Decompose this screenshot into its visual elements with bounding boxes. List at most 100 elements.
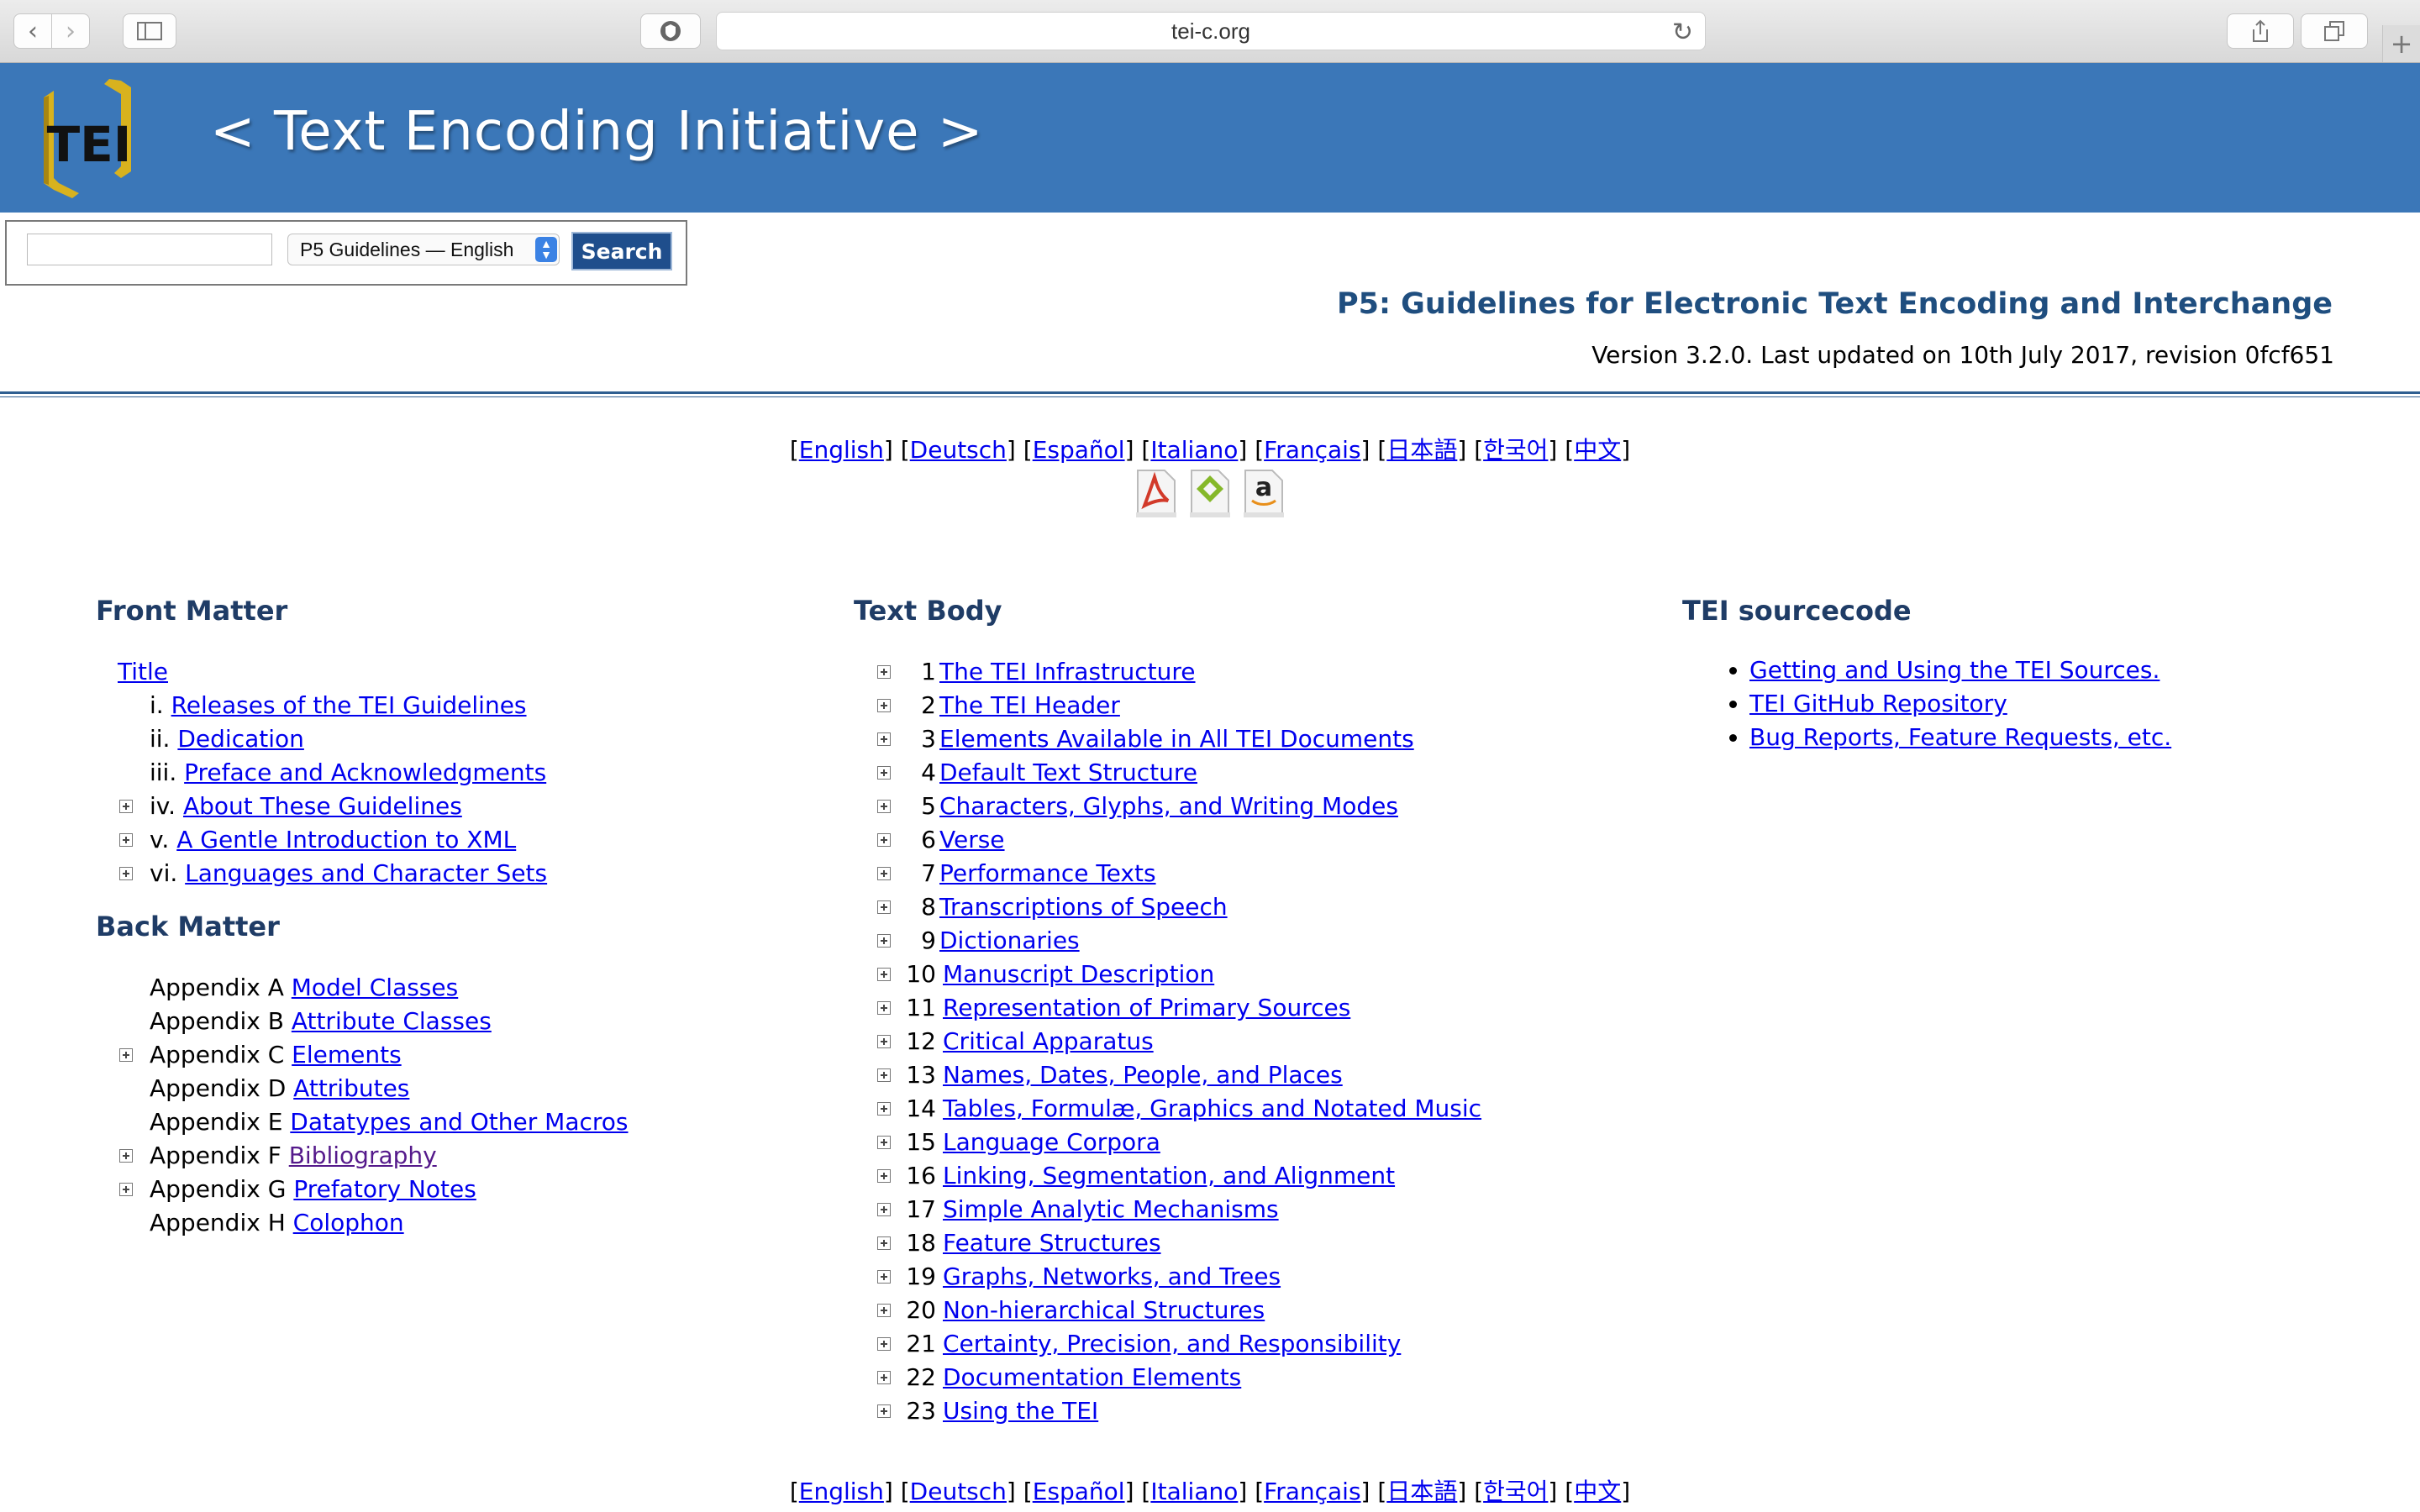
- chapter-link[interactable]: The TEI Header: [939, 689, 1120, 722]
- language-link[interactable]: Français: [1264, 436, 1360, 464]
- expand-icon[interactable]: [119, 1149, 133, 1163]
- language-link[interactable]: English: [799, 1478, 884, 1505]
- expand-icon[interactable]: [877, 732, 891, 746]
- chapter-link[interactable]: Feature Structures: [943, 1226, 1161, 1260]
- expand-icon[interactable]: [119, 1183, 133, 1196]
- item-link[interactable]: About These Guidelines: [183, 792, 462, 820]
- language-link[interactable]: Español: [1033, 1478, 1125, 1505]
- chapter-link[interactable]: Representation of Primary Sources: [943, 991, 1350, 1025]
- language-link[interactable]: Italiano: [1150, 1478, 1238, 1505]
- new-tab-button[interactable]: +: [2382, 25, 2420, 62]
- expand-icon[interactable]: [877, 1068, 891, 1082]
- epub-icon[interactable]: [1185, 467, 1234, 519]
- chapter-link[interactable]: Linking, Segmentation, and Alignment: [943, 1159, 1395, 1193]
- forward-button[interactable]: ›: [51, 13, 90, 49]
- item-link[interactable]: Releases of the TEI Guidelines: [171, 691, 527, 719]
- pdf-icon[interactable]: [1131, 467, 1180, 519]
- chapter-link[interactable]: Documentation Elements: [943, 1361, 1241, 1394]
- expand-icon[interactable]: [877, 1102, 891, 1116]
- expand-icon[interactable]: [877, 1035, 891, 1048]
- language-link[interactable]: 日本語: [1386, 1478, 1457, 1505]
- expand-icon[interactable]: [877, 1404, 891, 1418]
- expand-icon[interactable]: [877, 1136, 891, 1149]
- chapter-link[interactable]: Performance Texts: [939, 857, 1156, 890]
- chapter-link[interactable]: Characters, Glyphs, and Writing Modes: [939, 790, 1398, 823]
- amazon-icon[interactable]: a: [1239, 467, 1287, 519]
- language-link[interactable]: Español: [1033, 436, 1125, 464]
- chapter-link[interactable]: Dictionaries: [939, 924, 1080, 958]
- share-button[interactable]: [2227, 13, 2294, 49]
- item-link[interactable]: A Gentle Introduction to XML: [176, 826, 516, 853]
- expand-icon[interactable]: [119, 800, 133, 813]
- chapter-link[interactable]: Manuscript Description: [943, 958, 1214, 991]
- language-link[interactable]: 한국어: [1483, 1478, 1548, 1505]
- language-link[interactable]: 한국어: [1483, 436, 1548, 464]
- sourcecode-link[interactable]: Getting and Using the TEI Sources.: [1749, 656, 2160, 684]
- language-link[interactable]: 中文: [1574, 1478, 1621, 1505]
- item-link[interactable]: Elements: [292, 1041, 402, 1068]
- chapter-link[interactable]: Default Text Structure: [939, 756, 1197, 790]
- chapter-link[interactable]: Critical Apparatus: [943, 1025, 1154, 1058]
- item-link[interactable]: Attribute Classes: [292, 1007, 492, 1035]
- item-link[interactable]: Preface and Acknowledgments: [184, 759, 546, 786]
- expand-icon[interactable]: [877, 1270, 891, 1284]
- item-link[interactable]: Bibliography: [289, 1142, 437, 1169]
- expand-icon[interactable]: [877, 1001, 891, 1015]
- chapter-link[interactable]: Language Corpora: [943, 1126, 1160, 1159]
- expand-icon[interactable]: [119, 867, 133, 880]
- chapter-link[interactable]: Verse: [939, 823, 1005, 857]
- expand-icon[interactable]: [877, 833, 891, 847]
- chapter-link[interactable]: Certainty, Precision, and Responsibility: [943, 1327, 1401, 1361]
- expand-icon[interactable]: [877, 766, 891, 780]
- expand-icon[interactable]: [877, 699, 891, 712]
- chapter-link[interactable]: Non-hierarchical Structures: [943, 1294, 1265, 1327]
- sidebar-button[interactable]: [123, 13, 176, 49]
- item-link[interactable]: Prefatory Notes: [293, 1175, 476, 1203]
- expand-icon[interactable]: [877, 665, 891, 679]
- expand-icon[interactable]: [119, 1048, 133, 1062]
- expand-icon[interactable]: [877, 1304, 891, 1317]
- item-link[interactable]: Colophon: [293, 1209, 404, 1236]
- expand-icon[interactable]: [877, 968, 891, 981]
- chapter-link[interactable]: Tables, Formulæ, Graphics and Notated Mu…: [943, 1092, 1481, 1126]
- expand-icon[interactable]: [877, 1371, 891, 1384]
- item-link[interactable]: Model Classes: [292, 974, 458, 1001]
- chapter-link[interactable]: Graphs, Networks, and Trees: [943, 1260, 1281, 1294]
- chapter-link[interactable]: The TEI Infrastructure: [939, 655, 1196, 689]
- language-link[interactable]: Deutsch: [910, 1478, 1007, 1505]
- item-link[interactable]: Attributes: [293, 1074, 409, 1102]
- language-link[interactable]: English: [799, 436, 884, 464]
- search-button[interactable]: Search: [571, 232, 672, 270]
- item-link[interactable]: Datatypes and Other Macros: [290, 1108, 628, 1136]
- back-button[interactable]: ‹: [13, 13, 52, 49]
- chapter-link[interactable]: Using the TEI: [943, 1394, 1098, 1428]
- privacy-button[interactable]: [640, 13, 701, 49]
- item-link[interactable]: Languages and Character Sets: [185, 859, 547, 887]
- expand-icon[interactable]: [877, 1337, 891, 1351]
- expand-icon[interactable]: [877, 1203, 891, 1216]
- expand-icon[interactable]: [877, 867, 891, 880]
- chapter-link[interactable]: Transcriptions of Speech: [939, 890, 1228, 924]
- chapter-link[interactable]: Names, Dates, People, and Places: [943, 1058, 1343, 1092]
- tei-logo[interactable]: TEI: [20, 72, 155, 207]
- expand-icon[interactable]: [877, 934, 891, 948]
- language-link[interactable]: Français: [1264, 1478, 1360, 1505]
- expand-icon[interactable]: [119, 833, 133, 847]
- reload-icon[interactable]: ↻: [1672, 18, 1693, 47]
- language-link[interactable]: 日本語: [1386, 436, 1457, 464]
- expand-icon[interactable]: [877, 1169, 891, 1183]
- expand-icon[interactable]: [877, 800, 891, 813]
- expand-icon[interactable]: [877, 900, 891, 914]
- item-link[interactable]: Dedication: [177, 725, 304, 753]
- search-input[interactable]: [27, 234, 272, 265]
- language-link[interactable]: 中文: [1574, 436, 1621, 464]
- language-link[interactable]: Deutsch: [910, 436, 1007, 464]
- guidelines-select[interactable]: P5 Guidelines — English ▲ ▼: [287, 234, 560, 265]
- title-link[interactable]: Title: [118, 658, 168, 685]
- expand-icon[interactable]: [877, 1236, 891, 1250]
- sourcecode-link[interactable]: TEI GitHub Repository: [1749, 690, 2007, 717]
- address-bar[interactable]: tei-c.org ↻: [716, 12, 1706, 50]
- language-link[interactable]: Italiano: [1150, 436, 1238, 464]
- tabs-button[interactable]: [2301, 13, 2368, 49]
- sourcecode-link[interactable]: Bug Reports, Feature Requests, etc.: [1749, 723, 2171, 751]
